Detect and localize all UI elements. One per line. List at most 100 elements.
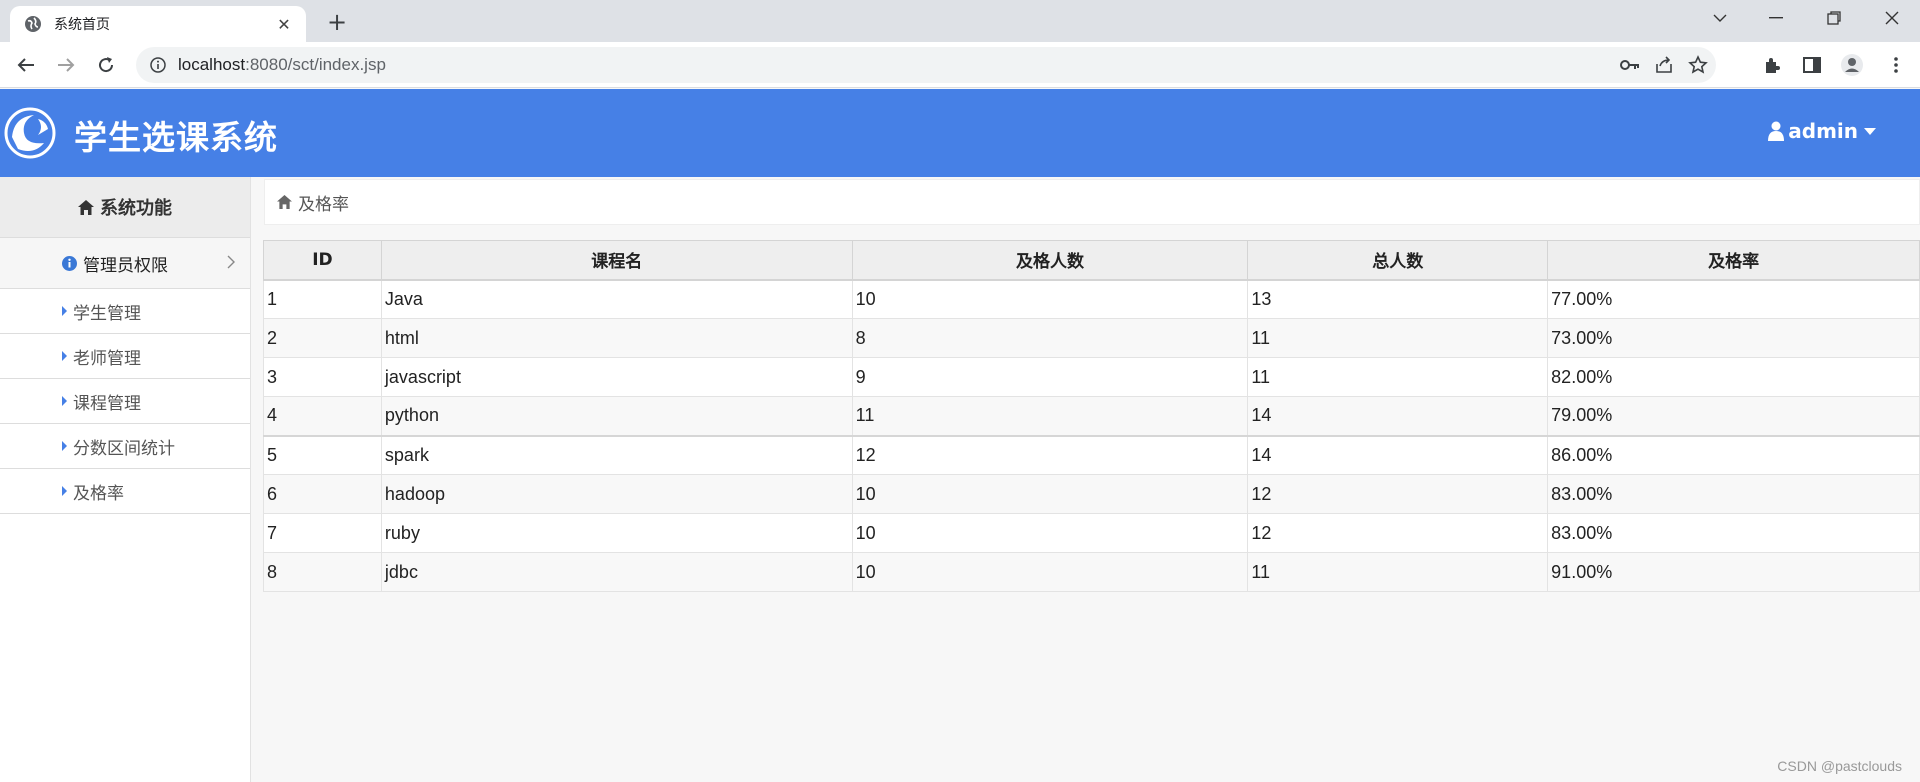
browser-tabstrip: 系统首页 ✕ + (0, 0, 1920, 42)
table-row: 8 jdbc 10 11 91.00% (263, 552, 1920, 592)
sidebar-item-courses[interactable]: 课程管理 (0, 379, 250, 424)
sidebar-heading: 系统功能 (0, 177, 250, 238)
sidebar-heading-label: 系统功能 (100, 198, 172, 219)
chevron-right-icon (227, 255, 235, 269)
close-tab-icon[interactable]: ✕ (274, 15, 294, 34)
cell-total-count: 12 (1247, 474, 1549, 514)
reload-icon[interactable] (90, 49, 122, 81)
cell-total-count: 11 (1247, 318, 1549, 358)
cell-pass-rate: 82.00% (1547, 357, 1920, 397)
cell-course-name: hadoop (380, 474, 853, 514)
table-row: 6 hadoop 10 12 83.00% (263, 474, 1920, 514)
table-row: 7 ruby 10 12 83.00% (263, 513, 1920, 553)
column-header-pass-count: 及格人数 (851, 240, 1249, 281)
url-text: localhost:8080/sct/index.jsp (178, 55, 386, 74)
app-header: 学生选课系统 admin (0, 89, 1920, 177)
cell-pass-count: 8 (851, 318, 1249, 358)
sidebar-item-teachers[interactable]: 老师管理 (0, 334, 250, 379)
key-icon[interactable] (1620, 59, 1640, 71)
cell-pass-count: 12 (851, 434, 1249, 475)
cell-total-count: 11 (1247, 552, 1549, 592)
cell-id: 5 (263, 434, 382, 475)
back-icon[interactable] (10, 49, 42, 81)
browser-menu-icon[interactable] (1880, 49, 1912, 81)
caret-right-icon (62, 306, 67, 316)
cell-id: 7 (263, 513, 382, 553)
breadcrumb-current: 及格率 (298, 194, 349, 215)
share-icon[interactable] (1654, 55, 1674, 75)
cell-total-count: 14 (1247, 434, 1549, 475)
cell-total-count: 13 (1247, 279, 1549, 319)
cell-course-name: python (380, 396, 853, 436)
globe-icon (25, 16, 41, 32)
cell-pass-rate: 83.00% (1547, 474, 1920, 514)
restore-icon[interactable] (1806, 0, 1862, 36)
caret-right-icon (62, 441, 67, 451)
cell-pass-count: 10 (851, 474, 1249, 514)
sidebar-item-pass-rate[interactable]: 及格率 (0, 469, 250, 514)
cell-course-name: ruby (380, 513, 853, 553)
cell-pass-count: 10 (851, 513, 1249, 553)
home-icon (277, 195, 292, 209)
cell-course-name: html (380, 318, 853, 358)
sidebar-item-label: 老师管理 (73, 348, 141, 369)
cell-id: 3 (263, 357, 382, 397)
cell-total-count: 14 (1247, 396, 1549, 436)
cell-pass-rate: 86.00% (1547, 434, 1920, 475)
tab-search-icon[interactable] (1692, 0, 1748, 36)
sidebar: 系统功能 管理员权限 学生管理 老师管理 课程管理 分数区间统计 及格率 (0, 177, 251, 782)
cell-course-name: jdbc (380, 552, 853, 592)
cell-id: 4 (263, 396, 382, 436)
table-row: 2 html 8 11 73.00% (263, 318, 1920, 358)
breadcrumb: 及格率 (264, 179, 1920, 225)
profile-avatar-icon[interactable] (1836, 49, 1868, 81)
sidebar-item-label: 课程管理 (73, 393, 141, 414)
address-bar[interactable]: localhost:8080/sct/index.jsp (136, 47, 1716, 83)
column-header-total-count: 总人数 (1247, 240, 1549, 281)
sidebar-item-score-range[interactable]: 分数区间统计 (0, 424, 250, 469)
cell-id: 8 (263, 552, 382, 592)
pass-rate-table: ID 课程名 及格人数 总人数 及格率 1 Java 10 13 77.00% … (263, 240, 1920, 592)
sidebar-item-students[interactable]: 学生管理 (0, 289, 250, 334)
browser-tab[interactable]: 系统首页 ✕ (10, 6, 306, 42)
browser-toolbar: localhost:8080/sct/index.jsp (0, 42, 1920, 88)
sidebar-group-admin[interactable]: 管理员权限 (0, 238, 250, 289)
table-header-row: ID 课程名 及格人数 总人数 及格率 (263, 240, 1920, 281)
close-window-icon[interactable] (1864, 0, 1920, 36)
cell-course-name: javascript (380, 357, 853, 397)
home-icon (78, 199, 94, 215)
table-row: 5 spark 12 14 86.00% (263, 434, 1920, 475)
cell-id: 2 (263, 318, 382, 358)
caret-right-icon (62, 351, 67, 361)
info-icon (62, 255, 77, 271)
sidebar-item-label: 学生管理 (73, 303, 141, 324)
user-menu[interactable]: admin (1768, 119, 1876, 143)
watermark-text: CSDN @pastclouds (1777, 758, 1902, 774)
cell-pass-count: 10 (851, 279, 1249, 319)
column-header-pass-rate: 及格率 (1547, 240, 1920, 281)
tab-title: 系统首页 (54, 17, 110, 33)
table-row: 1 Java 10 13 77.00% (263, 279, 1920, 319)
new-tab-icon[interactable]: + (322, 8, 352, 38)
cell-pass-count: 10 (851, 552, 1249, 592)
table-row: 3 javascript 9 11 82.00% (263, 357, 1920, 397)
user-icon (1768, 121, 1785, 141)
site-info-icon[interactable] (150, 57, 166, 73)
column-header-id: ID (263, 240, 382, 281)
forward-icon[interactable] (50, 49, 82, 81)
user-name: admin (1788, 119, 1858, 143)
cell-id: 1 (263, 279, 382, 319)
caret-right-icon (62, 396, 67, 406)
cell-pass-count: 9 (851, 357, 1249, 397)
cell-pass-count: 11 (851, 396, 1249, 436)
cell-pass-rate: 83.00% (1547, 513, 1920, 553)
bookmark-star-icon[interactable] (1688, 55, 1708, 75)
column-header-course-name: 课程名 (380, 240, 853, 281)
minimize-icon[interactable] (1748, 0, 1804, 36)
side-panel-icon[interactable] (1796, 49, 1828, 81)
extensions-icon[interactable] (1756, 49, 1788, 81)
cell-total-count: 12 (1247, 513, 1549, 553)
table-row: 4 python 11 14 79.00% (263, 396, 1920, 436)
swirl-logo-icon (4, 107, 56, 159)
cell-pass-rate: 79.00% (1547, 396, 1920, 436)
